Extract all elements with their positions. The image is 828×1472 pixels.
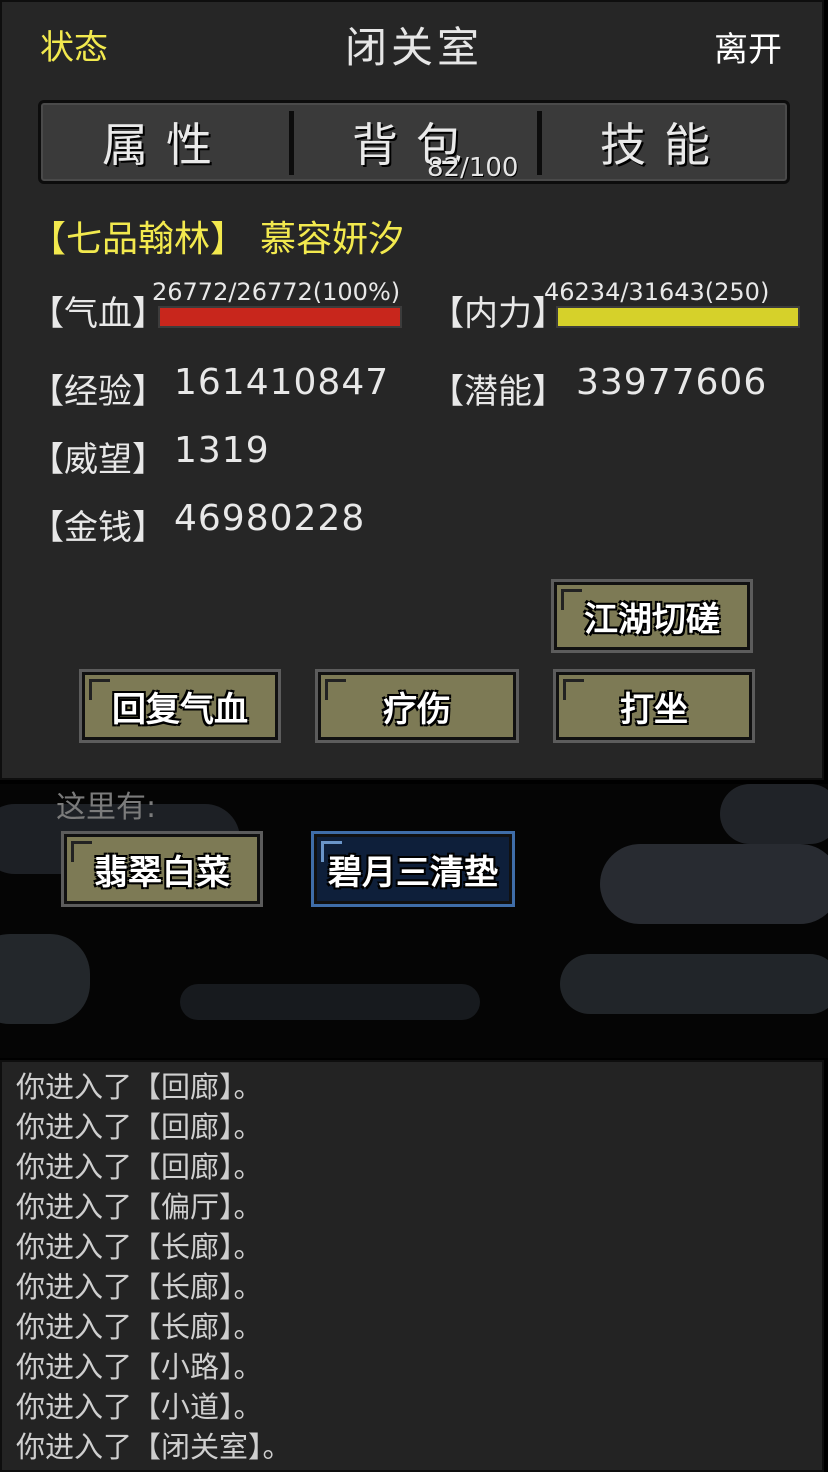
smoke-decoration [560, 954, 828, 1014]
exp-label: 【经验】 [30, 372, 166, 412]
scene-item-button[interactable]: 碧月三清垫 [314, 834, 512, 904]
log-line: 你进入了【小道】。 [16, 1390, 263, 1424]
potential-label: 【潜能】 [430, 372, 566, 412]
tab-skills[interactable]: 技能 [541, 103, 787, 181]
log-line: 你进入了【回廊】。 [16, 1150, 263, 1184]
message-log: 你进入了【回廊】。 你进入了【回廊】。 你进入了【回廊】。 你进入了【偏厅】。 … [0, 1060, 824, 1472]
prestige-label: 【威望】 [30, 440, 166, 480]
log-line: 你进入了【闭关室】。 [16, 1430, 292, 1464]
prestige-value: 1319 [174, 430, 270, 471]
character-rank: 【七品翰林】 [30, 219, 247, 260]
spar-button[interactable]: 江湖切磋 [554, 582, 750, 650]
log-line: 你进入了【回廊】。 [16, 1110, 263, 1144]
hp-value: 26772/26772(100%) [152, 278, 401, 306]
money-label: 【金钱】 [30, 508, 166, 548]
smoke-decoration [720, 784, 828, 844]
room-title: 闭关室 [344, 23, 483, 72]
restore-hp-button[interactable]: 回复气血 [82, 672, 278, 740]
tab-attributes[interactable]: 属性 [41, 103, 291, 181]
hp-bar [158, 306, 402, 328]
mp-value: 46234/31643(250) [544, 278, 770, 306]
log-line: 你进入了【长廊】。 [16, 1270, 263, 1304]
log-line: 你进入了【回廊】。 [16, 1070, 263, 1104]
meditate-button[interactable]: 打坐 [556, 672, 752, 740]
character-title: 【七品翰林】 慕容妍汐 [30, 210, 404, 262]
potential-value: 33977606 [576, 362, 768, 403]
exit-button[interactable]: 离开 [714, 22, 782, 71]
mp-bar [556, 306, 800, 328]
log-line: 你进入了【长廊】。 [16, 1310, 263, 1344]
character-name: 慕容妍汐 [260, 219, 405, 260]
mp-bar-fill [558, 308, 798, 326]
tab-bar: 属性 背包 82/100 技能 [38, 100, 790, 184]
money-value: 46980228 [174, 498, 366, 539]
smoke-decoration [600, 844, 828, 924]
hp-bar-fill [160, 308, 400, 326]
smoke-decoration [180, 984, 480, 1020]
log-line: 你进入了【长廊】。 [16, 1230, 263, 1264]
hp-label: 【气血】 [30, 294, 166, 334]
log-line: 你进入了【小路】。 [16, 1350, 263, 1384]
exp-value: 161410847 [174, 362, 390, 403]
heal-button[interactable]: 疗伤 [318, 672, 516, 740]
bag-capacity: 82/100 [427, 153, 519, 183]
here-label: 这里有: [56, 790, 157, 825]
log-line: 你进入了【偏厅】。 [16, 1190, 263, 1224]
smoke-decoration [0, 934, 90, 1024]
scene-item-button[interactable]: 翡翠白菜 [64, 834, 260, 904]
